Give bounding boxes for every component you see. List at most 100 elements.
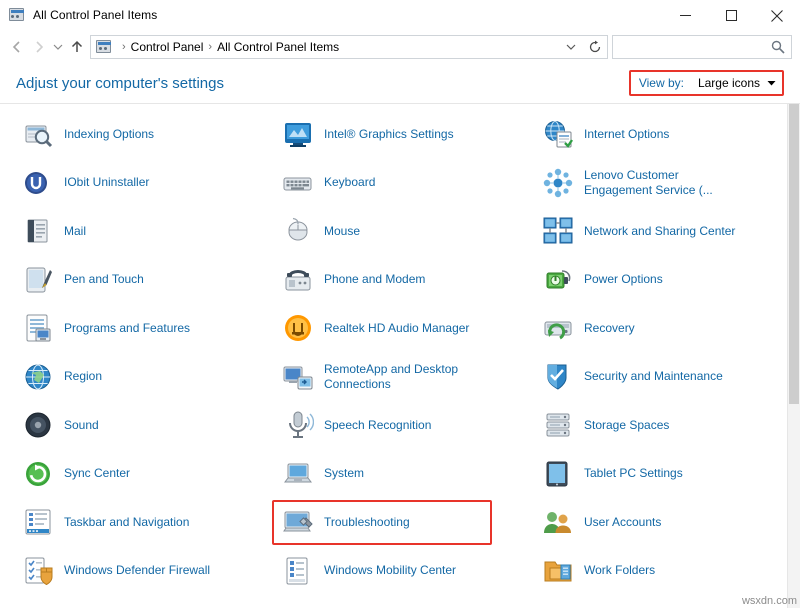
taskbar-navigation-icon: [22, 506, 54, 538]
items-area: Indexing Options Intel® Graphics Setting…: [0, 103, 800, 608]
list-item[interactable]: Mail: [10, 207, 270, 256]
list-item[interactable]: Indexing Options: [10, 110, 270, 159]
list-item[interactable]: Security and Maintenance: [530, 353, 790, 402]
storage-spaces-icon: [542, 409, 574, 441]
list-item[interactable]: Network and Sharing Center: [530, 207, 790, 256]
list-item-label: Security and Maintenance: [584, 369, 723, 384]
breadcrumb-item-all-control-panel-items[interactable]: All Control Panel Items: [217, 40, 339, 54]
search-icon[interactable]: [771, 40, 785, 54]
minimize-icon[interactable]: [662, 0, 708, 31]
list-item-label: Work Folders: [584, 563, 655, 578]
phone-and-modem-icon: [282, 264, 314, 296]
list-item[interactable]: Storage Spaces: [530, 401, 790, 450]
list-item-label: Taskbar and Navigation: [64, 515, 189, 530]
list-item[interactable]: Internet Options: [530, 110, 790, 159]
list-item[interactable]: Programs and Features: [10, 304, 270, 353]
list-item[interactable]: Tablet PC Settings: [530, 450, 790, 499]
list-item[interactable]: Speech Recognition: [270, 401, 530, 450]
breadcrumb-separator: ›: [208, 41, 212, 53]
breadcrumb-item-control-panel[interactable]: Control Panel: [131, 40, 204, 54]
list-item[interactable]: RemoteApp and Desktop Connections: [270, 353, 530, 402]
view-by-value: Large icons: [698, 76, 760, 90]
list-item[interactable]: Region: [10, 353, 270, 402]
recent-pages-chevron-down-icon[interactable]: [50, 36, 66, 58]
list-item[interactable]: Lenovo Customer Engagement Service (...: [530, 159, 790, 208]
chevron-down-icon[interactable]: [767, 76, 776, 90]
list-item-label: Windows Defender Firewall: [64, 563, 210, 578]
realtek-audio-icon: [282, 312, 314, 344]
list-item-label: Mail: [64, 224, 86, 239]
list-item[interactable]: Mouse: [270, 207, 530, 256]
search-input[interactable]: [612, 35, 792, 59]
list-item-label: Troubleshooting: [324, 515, 410, 530]
list-item[interactable]: Realtek HD Audio Manager: [270, 304, 530, 353]
list-item-label: User Accounts: [584, 515, 661, 530]
pen-and-touch-icon: [22, 264, 54, 296]
navigation-bar: › Control Panel › All Control Panel Item…: [0, 31, 800, 63]
lenovo-service-icon: [542, 167, 574, 199]
forward-arrow-icon[interactable]: [28, 36, 50, 58]
list-item-label: Programs and Features: [64, 321, 190, 336]
list-item-label: Region: [64, 369, 102, 384]
intel-graphics-icon: [282, 118, 314, 150]
up-arrow-icon[interactable]: [66, 36, 88, 58]
list-item-label: Keyboard: [324, 175, 375, 190]
list-item-label: IObit Uninstaller: [64, 175, 149, 190]
view-by-control[interactable]: View by: Large icons: [629, 70, 784, 96]
indexing-options-icon: [22, 118, 54, 150]
list-item-label: Recovery: [584, 321, 635, 336]
view-by-label: View by:: [639, 76, 684, 90]
address-chevron-down-icon[interactable]: [559, 36, 583, 58]
list-item[interactable]: Sync Center: [10, 450, 270, 499]
maximize-icon[interactable]: [708, 0, 754, 31]
back-arrow-icon[interactable]: [6, 36, 28, 58]
scrollbar-thumb[interactable]: [789, 104, 799, 404]
list-item-label: Phone and Modem: [324, 272, 425, 287]
address-bar[interactable]: › Control Panel › All Control Panel Item…: [90, 35, 608, 59]
list-item[interactable]: Taskbar and Navigation: [10, 498, 270, 547]
list-item[interactable]: User Accounts: [530, 498, 790, 547]
list-item[interactable]: Intel® Graphics Settings: [270, 110, 530, 159]
list-item-label: Mouse: [324, 224, 360, 239]
watermark: wsxdn.com: [742, 595, 797, 607]
list-item[interactable]: Sound: [10, 401, 270, 450]
programs-and-features-icon: [22, 312, 54, 344]
list-item[interactable]: System: [270, 450, 530, 499]
list-item[interactable]: Windows Defender Firewall: [10, 547, 270, 596]
window-controls: [662, 0, 800, 31]
list-item-label: System: [324, 466, 364, 481]
list-item[interactable]: Keyboard: [270, 159, 530, 208]
list-item[interactable]: Pen and Touch: [10, 256, 270, 305]
keyboard-icon: [282, 167, 314, 199]
list-item-label: Sync Center: [64, 466, 130, 481]
list-item-troubleshooting[interactable]: Troubleshooting: [270, 498, 530, 547]
refresh-icon[interactable]: [583, 36, 607, 58]
power-options-icon: [542, 264, 574, 296]
window-title: All Control Panel Items: [33, 8, 157, 22]
control-panel-icon: [8, 6, 26, 24]
list-item-label: Sound: [64, 418, 99, 433]
list-item[interactable]: Phone and Modem: [270, 256, 530, 305]
vertical-scrollbar[interactable]: [787, 104, 800, 608]
windows-defender-firewall-icon: [22, 555, 54, 587]
system-icon: [282, 458, 314, 490]
list-item-label: Power Options: [584, 272, 663, 287]
list-item[interactable]: Recovery: [530, 304, 790, 353]
list-item[interactable]: Power Options: [530, 256, 790, 305]
tablet-pc-icon: [542, 458, 574, 490]
security-maintenance-icon: [542, 361, 574, 393]
list-item[interactable]: Work Folders: [530, 547, 790, 596]
close-icon[interactable]: [754, 0, 800, 31]
mouse-icon: [282, 215, 314, 247]
remoteapp-icon: [282, 361, 314, 393]
list-item[interactable]: IObit Uninstaller: [10, 159, 270, 208]
work-folders-icon: [542, 555, 574, 587]
list-item[interactable]: Windows Mobility Center: [270, 547, 530, 596]
header-band: Adjust your computer's settings View by:…: [0, 63, 800, 103]
recovery-icon: [542, 312, 574, 344]
network-sharing-icon: [542, 215, 574, 247]
mail-icon: [22, 215, 54, 247]
list-item-label: Speech Recognition: [324, 418, 431, 433]
control-panel-items-grid: Indexing Options Intel® Graphics Setting…: [0, 104, 800, 595]
title-bar: All Control Panel Items: [0, 0, 800, 31]
